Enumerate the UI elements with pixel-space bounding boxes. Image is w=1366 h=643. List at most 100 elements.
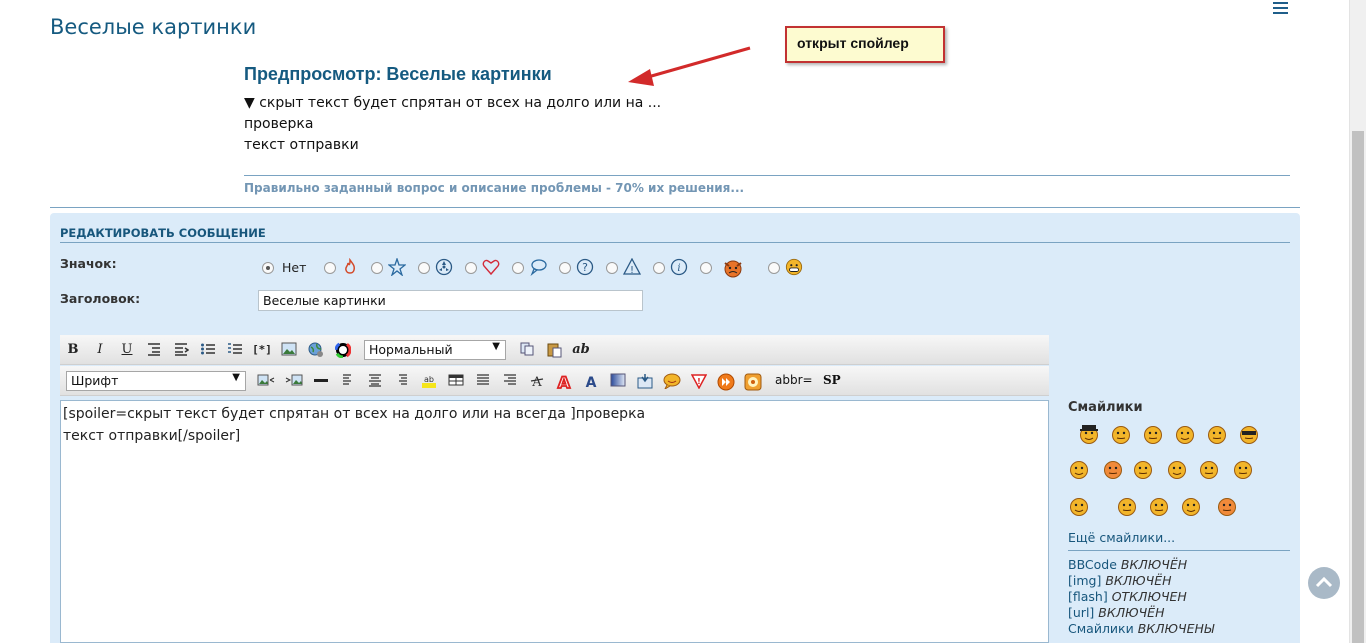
smiley-icon[interactable] xyxy=(1174,423,1196,445)
message-textarea[interactable]: [spoiler=скрыт текст будет спрятан от вс… xyxy=(60,400,1049,643)
svg-text:i: i xyxy=(677,263,680,274)
align-left-icon[interactable] xyxy=(338,371,358,391)
preview: Предпросмотр: Веселые картинки ▼ скрыт т… xyxy=(244,64,1290,156)
radio[interactable] xyxy=(512,262,524,274)
info-icon: i xyxy=(670,258,688,276)
quote-box-icon[interactable] xyxy=(635,371,655,391)
posting-rules: BBCode ВКЛЮЧЁН [img] ВКЛЮЧЁН [flash] ОТКЛЮ… xyxy=(1068,557,1214,637)
preview-title: Предпросмотр: Веселые картинки xyxy=(244,64,552,84)
smiley-icon[interactable] xyxy=(1068,495,1090,517)
annotation-callout: открыт спойлер xyxy=(785,26,945,63)
smiley-icon[interactable] xyxy=(1216,495,1238,517)
copy-icon[interactable] xyxy=(517,340,537,360)
svg-text:ab: ab xyxy=(424,375,434,384)
spellcheck-button[interactable]: ab xyxy=(571,340,591,360)
strikethrough-icon[interactable]: A xyxy=(527,371,547,391)
smiley-icon[interactable] xyxy=(1166,458,1188,480)
radio[interactable] xyxy=(700,262,712,274)
smiley-icon[interactable] xyxy=(1198,458,1220,480)
underline-button[interactable]: U xyxy=(117,340,137,360)
radio[interactable] xyxy=(768,262,780,274)
paste-icon[interactable] xyxy=(544,340,564,360)
rule-name: [url] xyxy=(1068,605,1095,620)
divider xyxy=(50,207,1300,208)
sp-button[interactable]: SP xyxy=(823,373,841,387)
smiley-icon[interactable] xyxy=(1110,423,1132,445)
svg-text:!: ! xyxy=(630,265,634,276)
color-wheel-icon[interactable] xyxy=(333,340,353,360)
smiley-icon[interactable] xyxy=(1148,495,1170,517)
table-icon[interactable] xyxy=(446,371,466,391)
rule-state: ВКЛЮЧЕНЫ xyxy=(1133,621,1215,636)
menu-icon[interactable] xyxy=(1273,2,1288,14)
toolbar-row-1: B I U [*] Нормальный ▼ ab xyxy=(60,335,1049,365)
rule-line: [flash] ОТКЛЮЧЕН xyxy=(1068,589,1214,605)
font-family-value: Шрифт xyxy=(71,373,119,388)
rule-name[interactable]: BBCode xyxy=(1068,557,1117,572)
indent-text-icon[interactable] xyxy=(500,371,520,391)
radio[interactable] xyxy=(324,262,336,274)
warning-tag-icon[interactable]: ! xyxy=(689,371,709,391)
svg-text:!: ! xyxy=(697,377,701,386)
question-icon: ? xyxy=(576,258,594,276)
bold-button[interactable]: B xyxy=(63,340,83,360)
smiley-icon[interactable] xyxy=(1142,423,1164,445)
more-smilies-link[interactable]: Ещё смайлики... xyxy=(1068,530,1175,545)
spoiler-icon[interactable] xyxy=(743,371,763,391)
edit-header: РЕДАКТИРОВАТЬ СООБЩЕНИЕ xyxy=(60,226,266,240)
smiley-icon[interactable] xyxy=(1068,458,1090,480)
smiley-icon[interactable] xyxy=(1078,423,1100,445)
comment-smiley-icon[interactable] xyxy=(662,371,682,391)
outdent-icon[interactable] xyxy=(171,340,191,360)
horizontal-rule-icon[interactable] xyxy=(311,371,331,391)
image-right-icon[interactable] xyxy=(284,371,304,391)
align-right-icon[interactable] xyxy=(392,371,412,391)
page: Веселые картинки Предпросмотр: Веселые к… xyxy=(0,0,1366,643)
radio[interactable] xyxy=(418,262,430,274)
radio[interactable] xyxy=(653,262,665,274)
svg-text:A: A xyxy=(586,375,597,389)
image-left-icon[interactable] xyxy=(256,371,276,391)
rule-name[interactable]: Смайлики xyxy=(1068,621,1134,636)
scrollbar-thumb[interactable] xyxy=(1352,131,1364,643)
justify-icon[interactable] xyxy=(473,371,493,391)
smiley-icon[interactable] xyxy=(1232,458,1254,480)
radio[interactable] xyxy=(262,262,274,274)
scroll-to-top-button[interactable] xyxy=(1308,567,1340,599)
radio[interactable] xyxy=(465,262,477,274)
radio[interactable] xyxy=(371,262,383,274)
font-shadow-icon[interactable]: A xyxy=(581,371,601,391)
spoiler-title[interactable]: скрыт текст будет спрятан от всех на дол… xyxy=(259,95,661,111)
font-color-icon[interactable]: A xyxy=(554,371,574,391)
smiley-icon[interactable] xyxy=(1132,458,1154,480)
smiley-icon[interactable] xyxy=(1116,495,1138,517)
align-center-icon[interactable] xyxy=(365,371,385,391)
list-item-button[interactable]: [*] xyxy=(252,340,272,360)
radio[interactable] xyxy=(559,262,571,274)
smiley-grid xyxy=(1068,423,1290,541)
smiley-icon[interactable] xyxy=(1102,458,1124,480)
gradient-icon[interactable] xyxy=(608,371,628,391)
rule-state: ОТКЛЮЧЕН xyxy=(1107,589,1187,604)
forward-icon[interactable] xyxy=(716,371,736,391)
image-icon[interactable] xyxy=(279,340,299,360)
bullet-list-icon[interactable] xyxy=(198,340,218,360)
highlight-icon[interactable]: ab xyxy=(419,371,439,391)
smiley-icon[interactable] xyxy=(1206,423,1228,445)
italic-button[interactable]: I xyxy=(90,340,110,360)
smiley-icon[interactable] xyxy=(1238,423,1260,445)
scrollbar[interactable] xyxy=(1349,0,1366,643)
indent-icon[interactable] xyxy=(144,340,164,360)
link-globe-icon[interactable] xyxy=(306,340,326,360)
radio[interactable] xyxy=(606,262,618,274)
rule-state: ВКЛЮЧЁН xyxy=(1116,557,1188,572)
abbr-button[interactable]: abbr= xyxy=(775,373,813,387)
spoiler-toggle[interactable]: ▼ скрыт текст будет спрятан от всех на д… xyxy=(244,93,1290,114)
font-size-select[interactable]: Нормальный ▼ xyxy=(364,340,506,360)
radiation-icon xyxy=(435,258,453,276)
smiley-icon[interactable] xyxy=(1180,495,1202,517)
title-input[interactable] xyxy=(258,290,643,311)
title-label: Заголовок: xyxy=(60,291,141,306)
font-family-select[interactable]: Шрифт ▼ xyxy=(66,371,246,391)
numbered-list-icon[interactable] xyxy=(225,340,245,360)
